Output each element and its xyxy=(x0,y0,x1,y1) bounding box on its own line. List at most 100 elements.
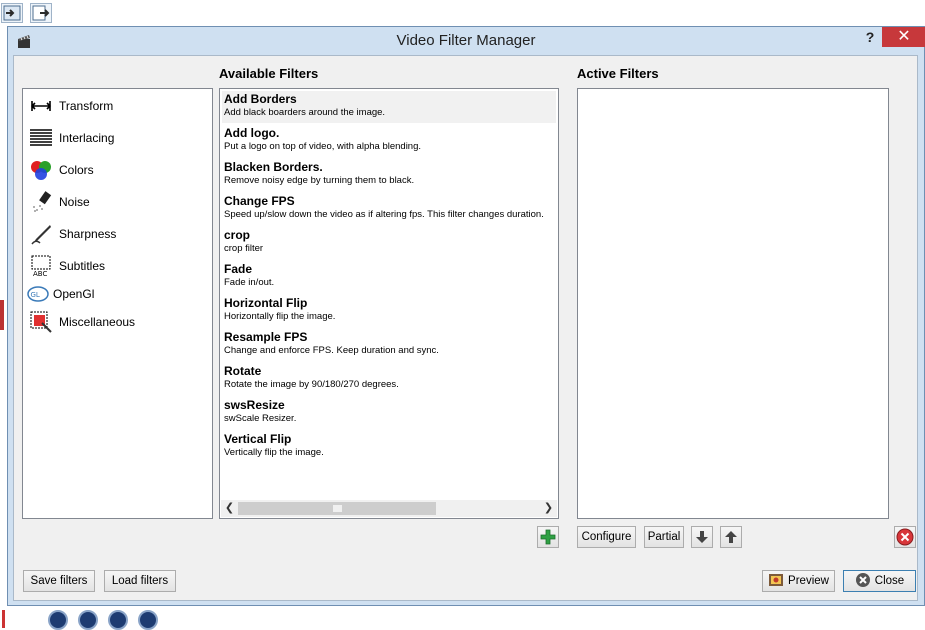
filter-description: Fade in/out. xyxy=(224,277,275,288)
load-filters-button[interactable]: Load filters xyxy=(104,570,176,592)
active-filters-list[interactable] xyxy=(577,88,889,519)
remove-icon xyxy=(896,528,914,546)
filter-item-swsresize[interactable]: swsResize swScale Resizer. xyxy=(222,397,556,429)
filter-name: Add logo. xyxy=(224,126,280,140)
filter-description: Speed up/slow down the video as if alter… xyxy=(224,209,544,220)
filter-description: Vertically flip the image. xyxy=(224,447,324,458)
filter-name: swsResize xyxy=(224,398,285,412)
scrollbar-thumb[interactable] xyxy=(238,502,436,515)
background-player-bar xyxy=(0,606,925,630)
video-filter-manager-window: Video Filter Manager ? ✕ Available Filte… xyxy=(7,26,925,606)
horizontal-scrollbar[interactable]: ❮ ❯ xyxy=(221,500,557,517)
filter-item-blacken-borders[interactable]: Blacken Borders. Remove noisy edge by tu… xyxy=(222,159,556,191)
background-export-button[interactable] xyxy=(30,3,52,23)
filter-item-resample-fps[interactable]: Resample FPS Change and enforce FPS. Kee… xyxy=(222,329,556,361)
filter-item-add-logo[interactable]: Add logo. Put a logo on top of video, wi… xyxy=(222,125,556,157)
noise-icon xyxy=(29,191,53,213)
sharpness-icon xyxy=(29,223,53,245)
add-filter-button[interactable] xyxy=(537,526,559,548)
filter-item-change-fps[interactable]: Change FPS Speed up/slow down the video … xyxy=(222,193,556,225)
filter-name: Fade xyxy=(224,262,253,276)
filter-item-vertical-flip[interactable]: Vertical Flip Vertically flip the image. xyxy=(222,431,556,463)
category-label: Transform xyxy=(59,99,114,113)
opengl-icon: GL xyxy=(27,283,49,305)
background-frame-icon xyxy=(2,610,22,628)
preview-label: Preview xyxy=(788,575,829,587)
filter-item-horizontal-flip[interactable]: Horizontal Flip Horizontally flip the im… xyxy=(222,295,556,327)
svg-text:ABC: ABC xyxy=(33,270,47,277)
close-label: Close xyxy=(874,575,905,587)
filter-name: Horizontal Flip xyxy=(224,296,308,310)
filter-description: swScale Resizer. xyxy=(224,413,297,424)
background-toolbar xyxy=(0,0,925,26)
filter-item-fade[interactable]: Fade Fade in/out. xyxy=(222,261,556,293)
filter-description: Horizontally flip the image. xyxy=(224,311,336,322)
category-item-colors[interactable]: Colors xyxy=(29,157,94,183)
preview-button[interactable]: Preview xyxy=(762,570,835,592)
scroll-right-icon[interactable]: ❯ xyxy=(540,500,557,517)
available-filters-list[interactable]: Add Borders Add black boarders around th… xyxy=(219,88,559,519)
window-title: Video Filter Manager xyxy=(396,32,536,49)
filter-description: Add black boarders around the image. xyxy=(224,107,386,118)
category-item-miscellaneous[interactable]: Miscellaneous xyxy=(29,309,135,335)
filter-name: Blacken Borders. xyxy=(224,160,323,174)
subtitles-icon: ABC xyxy=(29,255,53,277)
category-label: OpenGl xyxy=(53,287,95,301)
svg-text:GL: GL xyxy=(31,291,40,299)
colors-icon xyxy=(29,159,53,181)
filter-name: Change FPS xyxy=(224,194,295,208)
title-bar[interactable]: Video Filter Manager ? ✕ xyxy=(8,27,925,55)
filter-description: Rotate the image by 90/180/270 degrees. xyxy=(224,379,399,390)
partial-button[interactable]: Partial xyxy=(644,526,684,548)
filter-description: Put a logo on top of video, with alpha b… xyxy=(224,141,422,152)
scroll-left-icon[interactable]: ❮ xyxy=(221,500,238,517)
filter-name: crop xyxy=(224,228,251,242)
filter-name: Resample FPS xyxy=(224,330,308,344)
background-prev-button[interactable] xyxy=(48,610,68,630)
remove-filter-button[interactable] xyxy=(894,526,916,548)
filter-item-add-borders[interactable]: Add Borders Add black boarders around th… xyxy=(222,91,556,123)
category-label: Miscellaneous xyxy=(59,315,136,329)
filter-description: Remove noisy edge by turning them to bla… xyxy=(224,175,415,186)
category-item-transform[interactable]: Transform xyxy=(29,93,113,119)
category-item-opengl[interactable]: GL OpenGl xyxy=(27,281,94,307)
miscellaneous-icon xyxy=(29,311,53,333)
move-up-button[interactable] xyxy=(720,526,742,548)
filter-name: Rotate xyxy=(224,364,262,378)
background-edge xyxy=(0,300,4,330)
category-label: Noise xyxy=(59,195,90,209)
move-down-button[interactable] xyxy=(691,526,713,548)
filter-description: Change and enforce FPS. Keep duration an… xyxy=(224,345,439,356)
active-filters-heading: Active Filters xyxy=(577,66,659,81)
filter-item-rotate[interactable]: Rotate Rotate the image by 90/180/270 de… xyxy=(222,363,556,395)
arrow-up-icon xyxy=(725,531,737,543)
preview-icon xyxy=(769,573,784,586)
category-label: Interlacing xyxy=(59,131,115,145)
background-rewind-button[interactable] xyxy=(108,610,128,630)
available-filters-heading: Available Filters xyxy=(219,66,319,81)
category-item-subtitles[interactable]: ABC Subtitles xyxy=(29,253,105,279)
filter-name: Vertical Flip xyxy=(224,432,292,446)
background-stop-button[interactable] xyxy=(78,610,98,630)
scrollbar-grip xyxy=(333,505,342,512)
category-label: Colors xyxy=(59,163,94,177)
filter-item-crop[interactable]: crop crop filter xyxy=(222,227,556,259)
close-button[interactable]: Close xyxy=(843,570,916,592)
filter-name: Add Borders xyxy=(224,92,297,106)
category-label: Sharpness xyxy=(59,227,117,241)
dialog-content: Available Filters Active Filters Transfo… xyxy=(13,55,918,601)
category-item-noise[interactable]: Noise xyxy=(29,189,90,215)
category-item-sharpness[interactable]: Sharpness xyxy=(29,221,116,247)
transform-icon xyxy=(29,95,53,117)
background-import-button[interactable] xyxy=(1,3,23,23)
category-list[interactable]: Transform Interlacing Colors Noise Sharp… xyxy=(22,88,213,519)
window-close-button[interactable]: ✕ xyxy=(882,27,925,47)
help-button[interactable]: ? xyxy=(858,29,882,49)
category-item-interlacing[interactable]: Interlacing xyxy=(29,125,114,151)
background-next-button[interactable] xyxy=(138,610,158,630)
arrow-down-icon xyxy=(696,531,708,543)
filter-description: crop filter xyxy=(224,243,264,254)
configure-button[interactable]: Configure xyxy=(577,526,636,548)
plus-icon xyxy=(540,529,556,545)
save-filters-button[interactable]: Save filters xyxy=(23,570,95,592)
